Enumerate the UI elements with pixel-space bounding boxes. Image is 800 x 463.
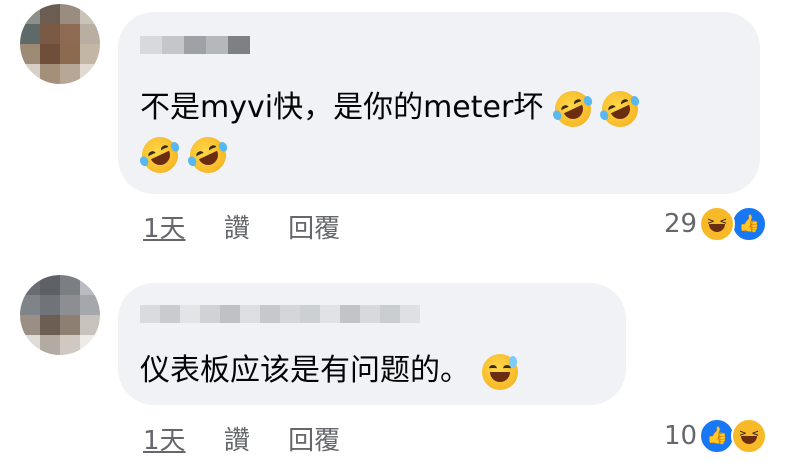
comment-bubble: 不是myvi快，是你的meter坏 <box>118 12 760 194</box>
comment-text: 不是myvi快，是你的meter坏 <box>140 82 645 133</box>
like-button[interactable]: 讚 <box>224 426 250 456</box>
rolling-on-floor-laughing-icon <box>548 84 597 133</box>
reply-button[interactable]: 回覆 <box>288 214 340 244</box>
commenter-name-blurred[interactable] <box>140 36 250 54</box>
rolling-on-floor-laughing-icon <box>183 130 232 179</box>
reaction-count: 10 <box>664 421 698 451</box>
like-reaction-icon: 👍 <box>699 418 736 454</box>
comment-actions: 1天 讚 回覆 <box>143 420 370 457</box>
reply-button[interactable]: 回覆 <box>288 426 340 456</box>
comment-actions: 1天 讚 回覆 <box>143 208 370 245</box>
comment-bubble: 仪表板应该是有问题的。 <box>118 283 626 405</box>
commenter-name-blurred[interactable] <box>140 305 420 323</box>
commenter-avatar[interactable] <box>20 4 100 84</box>
like-button[interactable]: 讚 <box>224 214 250 244</box>
grinning-face-with-sweat-icon <box>481 353 518 390</box>
rolling-on-floor-laughing-icon <box>596 84 645 133</box>
comment-text: 仪表板应该是有问题的。 <box>140 345 518 390</box>
like-reaction-icon: 👍 <box>731 206 768 242</box>
commenter-avatar[interactable] <box>20 275 100 355</box>
reaction-summary[interactable]: 29 > < 👍 <box>664 206 768 242</box>
haha-reaction-icon: > < <box>731 418 768 454</box>
comment-timestamp[interactable]: 1天 <box>143 214 186 244</box>
comment-timestamp[interactable]: 1天 <box>143 426 186 456</box>
haha-reaction-icon: > < <box>699 206 736 242</box>
comment-emoji-line <box>136 130 232 179</box>
reaction-summary[interactable]: 10 👍 > < <box>664 418 768 454</box>
rolling-on-floor-laughing-icon <box>136 130 184 179</box>
reaction-count: 29 <box>664 209 698 239</box>
